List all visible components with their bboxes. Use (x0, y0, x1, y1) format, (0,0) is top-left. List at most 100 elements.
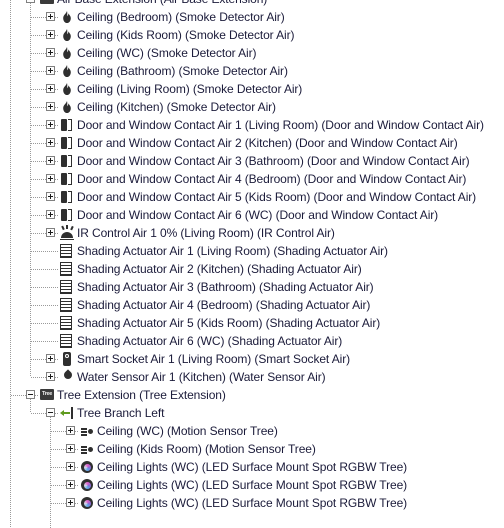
tree-row-label: Shading Actuator Air 4 (Bedroom) (Shadin… (77, 298, 371, 312)
tree-row[interactable]: Shading Actuator Air 5 (Kids Room) (Shad… (0, 314, 504, 332)
ir-control-icon (60, 225, 74, 240)
water-sensor-droplet-icon (60, 369, 74, 384)
tree-row-label: Door and Window Contact Air 1 (Living Ro… (77, 118, 484, 132)
tree-row[interactable]: Ceiling (WC) (Motion Sensor Tree) (0, 422, 504, 440)
shading-actuator-blinds-icon (60, 280, 72, 294)
door-window-contact-icon (60, 172, 74, 186)
shading-actuator-blinds-icon (60, 262, 72, 276)
led-spot-rgbw-icon (80, 478, 94, 492)
collapse-button[interactable] (26, 390, 35, 399)
expand-button[interactable] (66, 462, 75, 471)
tree-extension-icon: Tree (40, 389, 54, 400)
shading-actuator-blinds-icon (60, 244, 72, 258)
smoke-detector-flame-icon (60, 82, 74, 96)
tree-row-label: Shading Actuator Air 3 (Bathroom) (Shadi… (77, 280, 374, 294)
door-window-contact-icon (60, 154, 74, 168)
tree-row[interactable]: Door and Window Contact Air 3 (Bathroom)… (0, 152, 504, 170)
smoke-detector-flame-icon (60, 10, 74, 24)
expand-button[interactable] (46, 372, 55, 381)
expand-button[interactable] (46, 30, 55, 39)
expand-button[interactable] (46, 48, 55, 57)
tree-row-label: Water Sensor Air 1 (Kitchen) (Water Sens… (77, 370, 326, 384)
expand-button[interactable] (46, 210, 55, 219)
expand-button[interactable] (46, 12, 55, 21)
tree-row-label: Door and Window Contact Air 6 (WC) (Door… (77, 208, 439, 222)
expand-button[interactable] (46, 174, 55, 183)
tree-row-label: Ceiling (WC) (Motion Sensor Tree) (97, 424, 278, 438)
tree-row[interactable]: Shading Actuator Air 6 (WC) (Shading Act… (0, 332, 504, 350)
tree-row-label: Ceiling (Living Room) (Smoke Detector Ai… (77, 82, 303, 96)
tree-row-label: Ceiling Lights (WC) (LED Surface Mount S… (97, 496, 408, 510)
tree-row-label: Door and Window Contact Air 3 (Bathroom)… (77, 154, 470, 168)
expand-button[interactable] (66, 480, 75, 489)
led-spot-rgbw-icon (80, 496, 94, 510)
shading-actuator-blinds-icon (60, 298, 72, 312)
smoke-detector-flame-icon (60, 28, 74, 42)
tree-row[interactable]: Ceiling (Bathroom) (Smoke Detector Air) (0, 62, 504, 80)
tree-row[interactable]: Shading Actuator Air 4 (Bedroom) (Shadin… (0, 296, 504, 314)
tree-row[interactable]: Water Sensor Air 1 (Kitchen) (Water Sens… (0, 368, 504, 386)
tree-row[interactable]: Tree Branch Left (0, 404, 504, 422)
smoke-detector-flame-icon (60, 64, 74, 78)
tree-row-label: Smart Socket Air 1 (Living Room) (Smart … (77, 352, 350, 366)
expand-button[interactable] (46, 84, 55, 93)
tree-row[interactable]: Ceiling Lights (WC) (LED Surface Mount S… (0, 494, 504, 512)
tree-row-label: Shading Actuator Air 1 (Living Room) (Sh… (77, 244, 388, 258)
tree-row[interactable]: Ceiling (Kids Room) (Motion Sensor Tree) (0, 440, 504, 458)
expand-button[interactable] (66, 426, 75, 435)
smoke-detector-flame-icon (60, 100, 74, 114)
tree-row-label: Ceiling (Kids Room) (Motion Sensor Tree) (97, 442, 316, 456)
smart-socket-icon (60, 352, 74, 366)
expand-button[interactable] (66, 498, 75, 507)
tree-row-label: Ceiling (Bathroom) (Smoke Detector Air) (77, 64, 288, 78)
expand-button[interactable] (46, 228, 55, 237)
tree-row-label: Shading Actuator Air 2 (Kitchen) (Shadin… (77, 262, 362, 276)
tree-row[interactable]: Shading Actuator Air 1 (Living Room) (Sh… (0, 242, 504, 260)
collapse-button[interactable] (26, 0, 35, 3)
expand-button[interactable] (46, 102, 55, 111)
expand-button[interactable] (46, 354, 55, 363)
expand-button[interactable] (46, 138, 55, 147)
tree-row[interactable]: Ceiling Lights (WC) (LED Surface Mount S… (0, 458, 504, 476)
motion-sensor-icon (80, 424, 94, 438)
motion-sensor-icon (80, 442, 94, 456)
tree-row[interactable]: Ceiling (WC) (Smoke Detector Air) (0, 44, 504, 62)
tree-row[interactable]: Ceiling (Kids Room) (Smoke Detector Air) (0, 26, 504, 44)
expand-button[interactable] (46, 156, 55, 165)
tree-row[interactable]: Shading Actuator Air 2 (Kitchen) (Shadin… (0, 260, 504, 278)
tree-row[interactable]: AAir Base Extension (Air Base Extension) (0, 0, 504, 8)
tree-row-label: Ceiling Lights (WC) (LED Surface Mount S… (97, 478, 408, 492)
device-tree[interactable]: AAir Base Extension (Air Base Extension)… (0, 0, 504, 528)
tree-row[interactable]: Ceiling Lights (WC) (LED Surface Mount S… (0, 476, 504, 494)
tree-row[interactable]: Ceiling (Bedroom) (Smoke Detector Air) (0, 8, 504, 26)
tree-row-label: IR Control Air 1 0% (Living Room) (IR Co… (77, 226, 335, 240)
collapse-button[interactable] (46, 408, 55, 417)
tree-row[interactable]: IR Control Air 1 0% (Living Room) (IR Co… (0, 224, 504, 242)
tree-row[interactable]: Door and Window Contact Air 6 (WC) (Door… (0, 206, 504, 224)
tree-row-label: Shading Actuator Air 5 (Kids Room) (Shad… (77, 316, 381, 330)
tree-row[interactable]: Door and Window Contact Air 2 (Kitchen) … (0, 134, 504, 152)
expand-button[interactable] (46, 66, 55, 75)
tree-row-label: Shading Actuator Air 6 (WC) (Shading Act… (77, 334, 343, 348)
tree-row[interactable]: Shading Actuator Air 3 (Bathroom) (Shadi… (0, 278, 504, 296)
tree-row[interactable]: Door and Window Contact Air 5 (Kids Room… (0, 188, 504, 206)
tree-row[interactable]: Smart Socket Air 1 (Living Room) (Smart … (0, 350, 504, 368)
tree-row[interactable]: Ceiling (Kitchen) (Smoke Detector Air) (0, 98, 504, 116)
expand-button[interactable] (46, 120, 55, 129)
door-window-contact-icon (60, 208, 74, 222)
tree-row-label: Door and Window Contact Air 2 (Kitchen) … (77, 136, 458, 150)
tree-connector-stub (31, 341, 59, 342)
tree-row[interactable]: Ceiling (Living Room) (Smoke Detector Ai… (0, 80, 504, 98)
led-spot-rgbw-icon (80, 460, 94, 474)
tree-connector-stub (31, 305, 59, 306)
door-window-contact-icon (60, 136, 74, 150)
expand-button[interactable] (46, 192, 55, 201)
door-window-contact-icon (60, 190, 74, 204)
tree-row-label: Ceiling (WC) (Smoke Detector Air) (77, 46, 257, 60)
tree-row[interactable]: Door and Window Contact Air 1 (Living Ro… (0, 116, 504, 134)
expand-button[interactable] (66, 444, 75, 453)
tree-row-label: Ceiling (Bedroom) (Smoke Detector Air) (77, 10, 285, 24)
tree-branch-arrow-icon (60, 406, 74, 420)
tree-row[interactable]: Door and Window Contact Air 4 (Bedroom) … (0, 170, 504, 188)
tree-row[interactable]: Tree Tree Extension (Tree Extension) (0, 386, 504, 404)
